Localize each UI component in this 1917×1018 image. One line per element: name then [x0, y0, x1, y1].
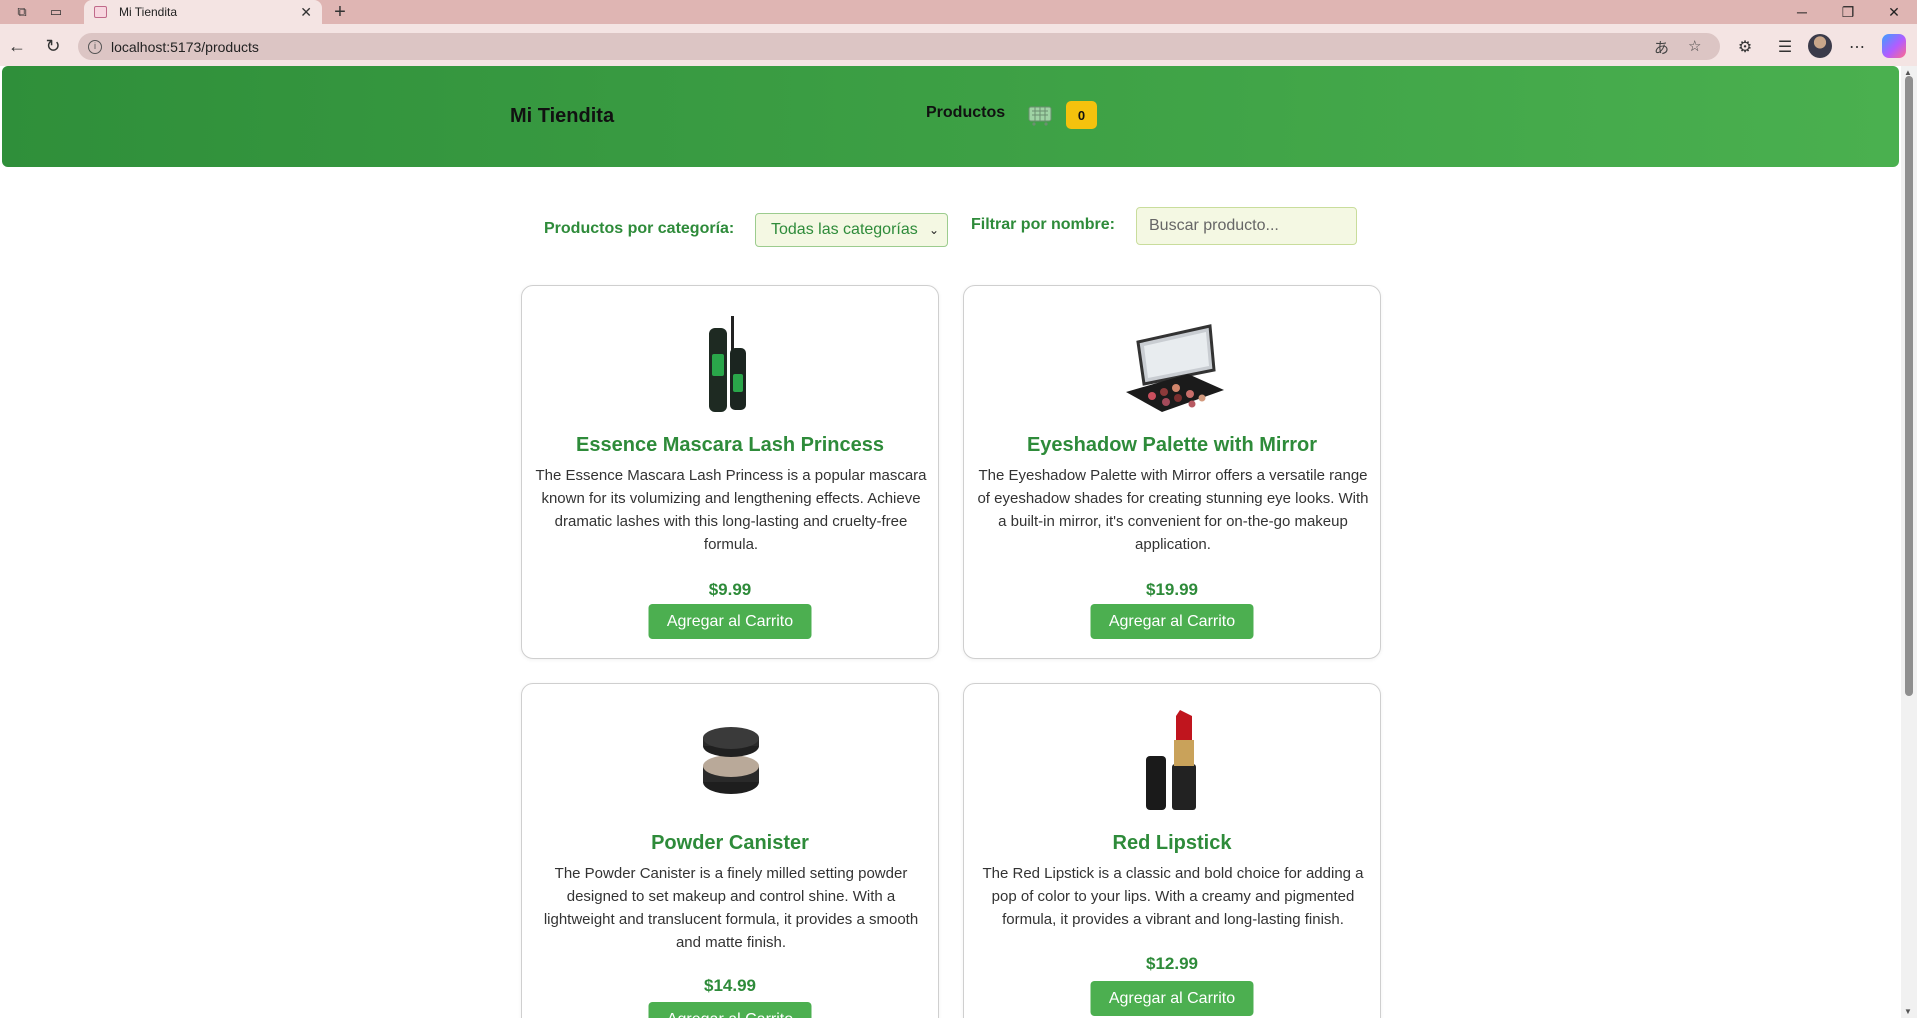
product-description: The Red Lipstick is a classic and bold c… — [982, 865, 1364, 928]
more-options-icon[interactable]: ⋯ — [1844, 34, 1870, 60]
browser-tab-bar: ⧉ ▭ Mi Tiendita ✕ + ─ ❐ ✕ — [0, 0, 1917, 24]
name-filter-label: Filtrar por nombre: — [971, 216, 1116, 233]
browser-toolbar: ← ↻ i localhost:5173/products あ ☆ ⚙ ☰ ⋯ — [0, 24, 1917, 66]
page-viewport: Mi Tiendita Productos 0 Productos por ca… — [0, 66, 1917, 1018]
product-description: The Eyeshadow Palette with Mirror offers… — [977, 467, 1369, 553]
product-name[interactable]: Eyeshadow Palette with Mirror — [964, 434, 1380, 457]
product-card: Eyeshadow Palette with Mirror The Eyesha… — [963, 285, 1381, 659]
tab-title: Mi Tiendita — [119, 5, 178, 19]
add-to-cart-button[interactable]: Agregar al Carrito — [1090, 604, 1254, 639]
site-header: Mi Tiendita Productos 0 — [2, 66, 1899, 167]
mascara-image — [709, 316, 746, 412]
back-arrow-icon[interactable]: ← — [4, 33, 30, 59]
maximize-button[interactable]: ❐ — [1826, 0, 1870, 24]
product-card: Red Lipstick The Red Lipstick is a class… — [963, 683, 1381, 1018]
copilot-icon[interactable] — [1882, 34, 1906, 58]
profile-avatar[interactable] — [1808, 34, 1832, 58]
refresh-icon[interactable]: ↻ — [40, 33, 66, 59]
product-card: Essence Mascara Lash Princess The Essenc… — [521, 285, 939, 659]
product-description: The Essence Mascara Lash Princess is a p… — [535, 467, 927, 553]
address-bar[interactable]: i localhost:5173/products あ ☆ — [78, 33, 1720, 60]
tab-close-icon[interactable]: ✕ — [300, 4, 312, 21]
nav-link-products[interactable]: Productos — [926, 104, 1005, 122]
category-select[interactable]: Todas las categorías ⌄ — [755, 213, 948, 247]
minimize-button[interactable]: ─ — [1780, 0, 1824, 24]
workspaces-icon[interactable]: ⧉ — [6, 0, 38, 24]
new-tab-button[interactable]: + — [328, 0, 352, 24]
scrollbar-thumb[interactable] — [1905, 76, 1913, 696]
eyeshadow-palette-image — [1126, 324, 1224, 412]
category-filter-label: Productos por categoría: — [544, 220, 735, 237]
extensions-icon[interactable]: ⚙ — [1732, 34, 1758, 60]
favorite-star-icon[interactable]: ☆ — [1688, 37, 1701, 55]
product-price: $19.99 — [1146, 580, 1198, 599]
browser-tab[interactable]: Mi Tiendita ✕ — [84, 0, 322, 24]
product-price: $12.99 — [1146, 954, 1198, 973]
product-name[interactable]: Powder Canister — [522, 832, 938, 855]
favorites-icon[interactable]: ☰ — [1772, 34, 1798, 60]
add-to-cart-button[interactable]: Agregar al Carrito — [1090, 981, 1254, 1016]
url-text[interactable]: localhost:5173/products — [111, 39, 259, 55]
cart-count-badge[interactable]: 0 — [1066, 101, 1097, 129]
page-scrollbar[interactable]: ▲ ▼ — [1901, 66, 1917, 1018]
tab-actions-icon[interactable]: ▭ — [40, 0, 72, 24]
translate-icon[interactable]: あ — [1654, 37, 1669, 58]
search-input[interactable] — [1136, 207, 1357, 245]
product-name[interactable]: Essence Mascara Lash Princess — [522, 434, 938, 457]
add-to-cart-button[interactable]: Agregar al Carrito — [648, 604, 812, 639]
product-name[interactable]: Red Lipstick — [964, 832, 1380, 855]
favicon-icon — [94, 6, 107, 18]
add-to-cart-button[interactable]: Agregar al Carrito — [648, 1002, 812, 1018]
brand-title[interactable]: Mi Tiendita — [510, 105, 614, 128]
cart-icon[interactable] — [1026, 104, 1054, 126]
close-window-button[interactable]: ✕ — [1872, 0, 1916, 24]
chevron-down-icon: ⌄ — [928, 223, 939, 237]
site-info-icon[interactable]: i — [88, 39, 102, 54]
red-lipstick-image — [1146, 710, 1196, 810]
category-select-value: Todas las categorías — [771, 221, 918, 238]
product-price: $9.99 — [708, 580, 752, 599]
powder-canister-image — [703, 727, 759, 794]
product-card: Powder Canister The Powder Canister is a… — [521, 683, 939, 1018]
product-description: The Powder Canister is a finely milled s… — [543, 865, 919, 951]
product-price: $14.99 — [704, 976, 756, 995]
scroll-down-icon[interactable]: ▼ — [1904, 1007, 1912, 1016]
